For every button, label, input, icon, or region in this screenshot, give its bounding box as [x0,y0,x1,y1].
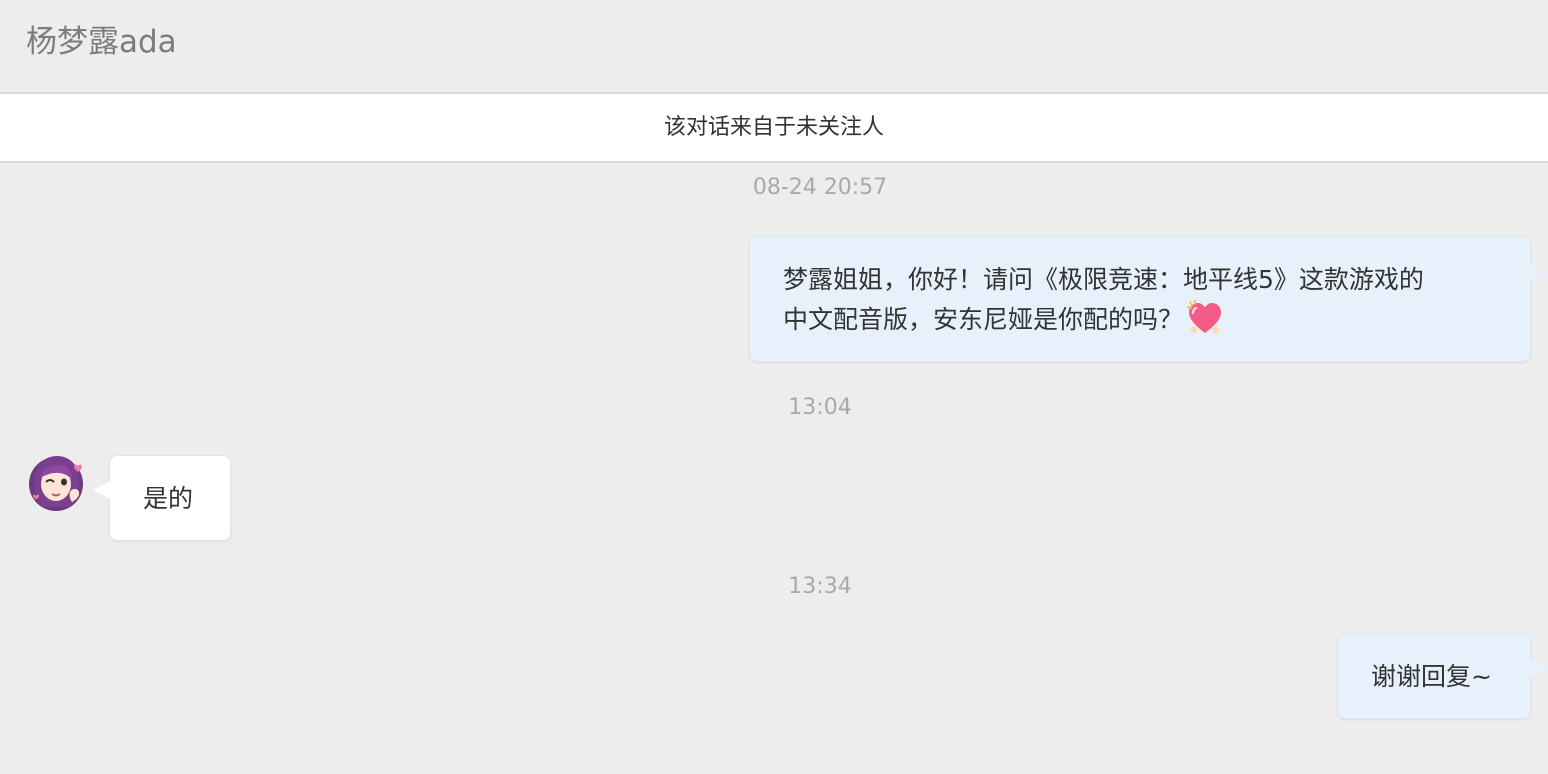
avatar-icon[interactable] [26,452,86,512]
message-text: 中文配音版，安东尼娅是你配的吗？ [783,305,1184,334]
heart-emoji-icon [1187,300,1222,334]
incoming-message-bubble[interactable]: 是的 [93,455,231,541]
message-timestamp: 13:34 [788,574,852,599]
contact-name[interactable]: 杨梦露ada [26,22,177,62]
message-text-line: 中文配音版，安东尼娅是你配的吗？ [783,300,1500,340]
message-text: 是的 [143,484,194,513]
outgoing-message-bubble[interactable]: 梦露姐姐，你好！请问《极限竞速：地平线5》这款游戏的 中文配音版，安东尼娅是你配… [749,236,1547,362]
message-timestamp: 13:04 [788,395,852,420]
message-timestamp: 08-24 20:57 [752,175,888,200]
chat-header: 杨梦露ada [0,0,1548,94]
stranger-notice-bar: 该对话来自于未关注人 [0,94,1548,163]
message-text-line: 梦露姐姐，你好！请问《极限竞速：地平线5》这款游戏的 [783,265,1424,294]
chat-window: 杨梦露ada 该对话来自于未关注人 08-24 20:57 梦露姐姐，你好！请问… [0,0,1548,774]
outgoing-message-bubble[interactable]: 谢谢回复~ [1337,633,1547,719]
stranger-notice-text: 该对话来自于未关注人 [663,115,884,140]
message-text: 谢谢回复~ [1371,662,1492,691]
